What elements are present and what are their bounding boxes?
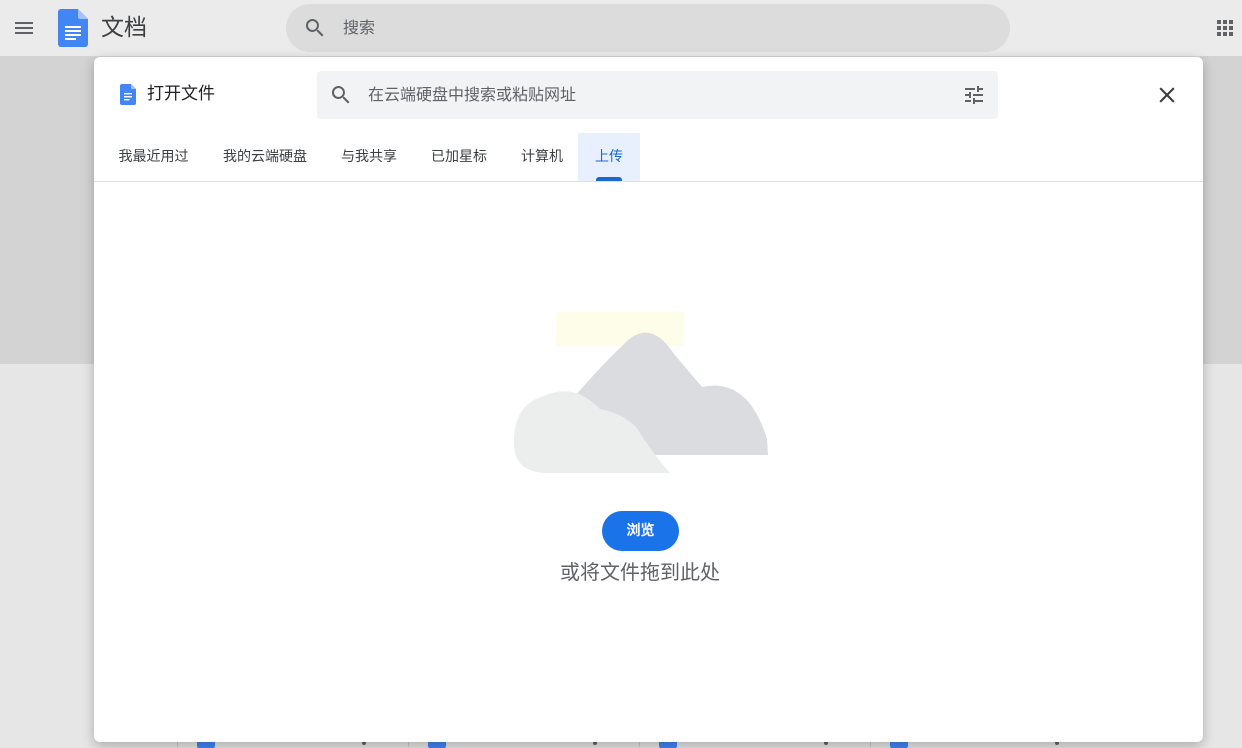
tab-recent[interactable]: 我最近用过 — [103, 133, 204, 181]
tab-label: 与我共享 — [341, 149, 397, 165]
dialog-title: 打开文件 — [147, 84, 215, 104]
drive-search-input[interactable] — [368, 85, 928, 105]
cloud-illustration — [513, 312, 768, 473]
apps-grid-icon[interactable] — [1213, 16, 1237, 40]
search-icon[interactable] — [303, 16, 327, 40]
tab-label: 我最近用过 — [118, 149, 189, 165]
main-menu-button[interactable] — [8, 12, 40, 44]
google-docs-icon[interactable] — [58, 9, 88, 47]
tab-starred[interactable]: 已加星标 — [414, 133, 504, 181]
top-app-bar: 文档 搜索 — [0, 0, 1242, 56]
source-tabs: 我最近用过 我的云端硬盘 与我共享 已加星标 计算机 上传 — [94, 133, 1203, 182]
faded-banner — [556, 312, 684, 346]
tab-label: 计算机 — [521, 149, 563, 165]
hamburger-menu-icon — [15, 22, 33, 34]
search-input[interactable]: 搜索 — [343, 18, 375, 38]
tabs-divider — [94, 181, 1203, 182]
drive-search-bar[interactable] — [317, 71, 998, 119]
google-docs-icon — [120, 84, 136, 105]
tab-shared-with-me[interactable]: 与我共享 — [326, 133, 412, 181]
drop-zone-hint: 或将文件拖到此处 — [560, 560, 720, 584]
tune-sliders-icon[interactable] — [962, 83, 986, 107]
tab-label: 上传 — [595, 149, 623, 165]
search-icon[interactable] — [329, 83, 353, 107]
tab-label: 我的云端硬盘 — [223, 149, 307, 165]
tab-my-drive[interactable]: 我的云端硬盘 — [206, 133, 324, 181]
tab-upload[interactable]: 上传 — [578, 133, 640, 181]
docs-search-bar[interactable]: 搜索 — [286, 4, 1010, 52]
app-title[interactable]: 文档 — [101, 13, 147, 43]
close-icon[interactable] — [1154, 82, 1180, 108]
tab-computers[interactable]: 计算机 — [506, 133, 578, 181]
open-file-dialog: 打开文件 我最近用过 我的云端硬盘 与我共享 已加星标 计算机 上传 — [94, 57, 1203, 742]
browse-button[interactable]: 浏览 — [602, 511, 679, 551]
tab-label: 已加星标 — [431, 149, 487, 165]
